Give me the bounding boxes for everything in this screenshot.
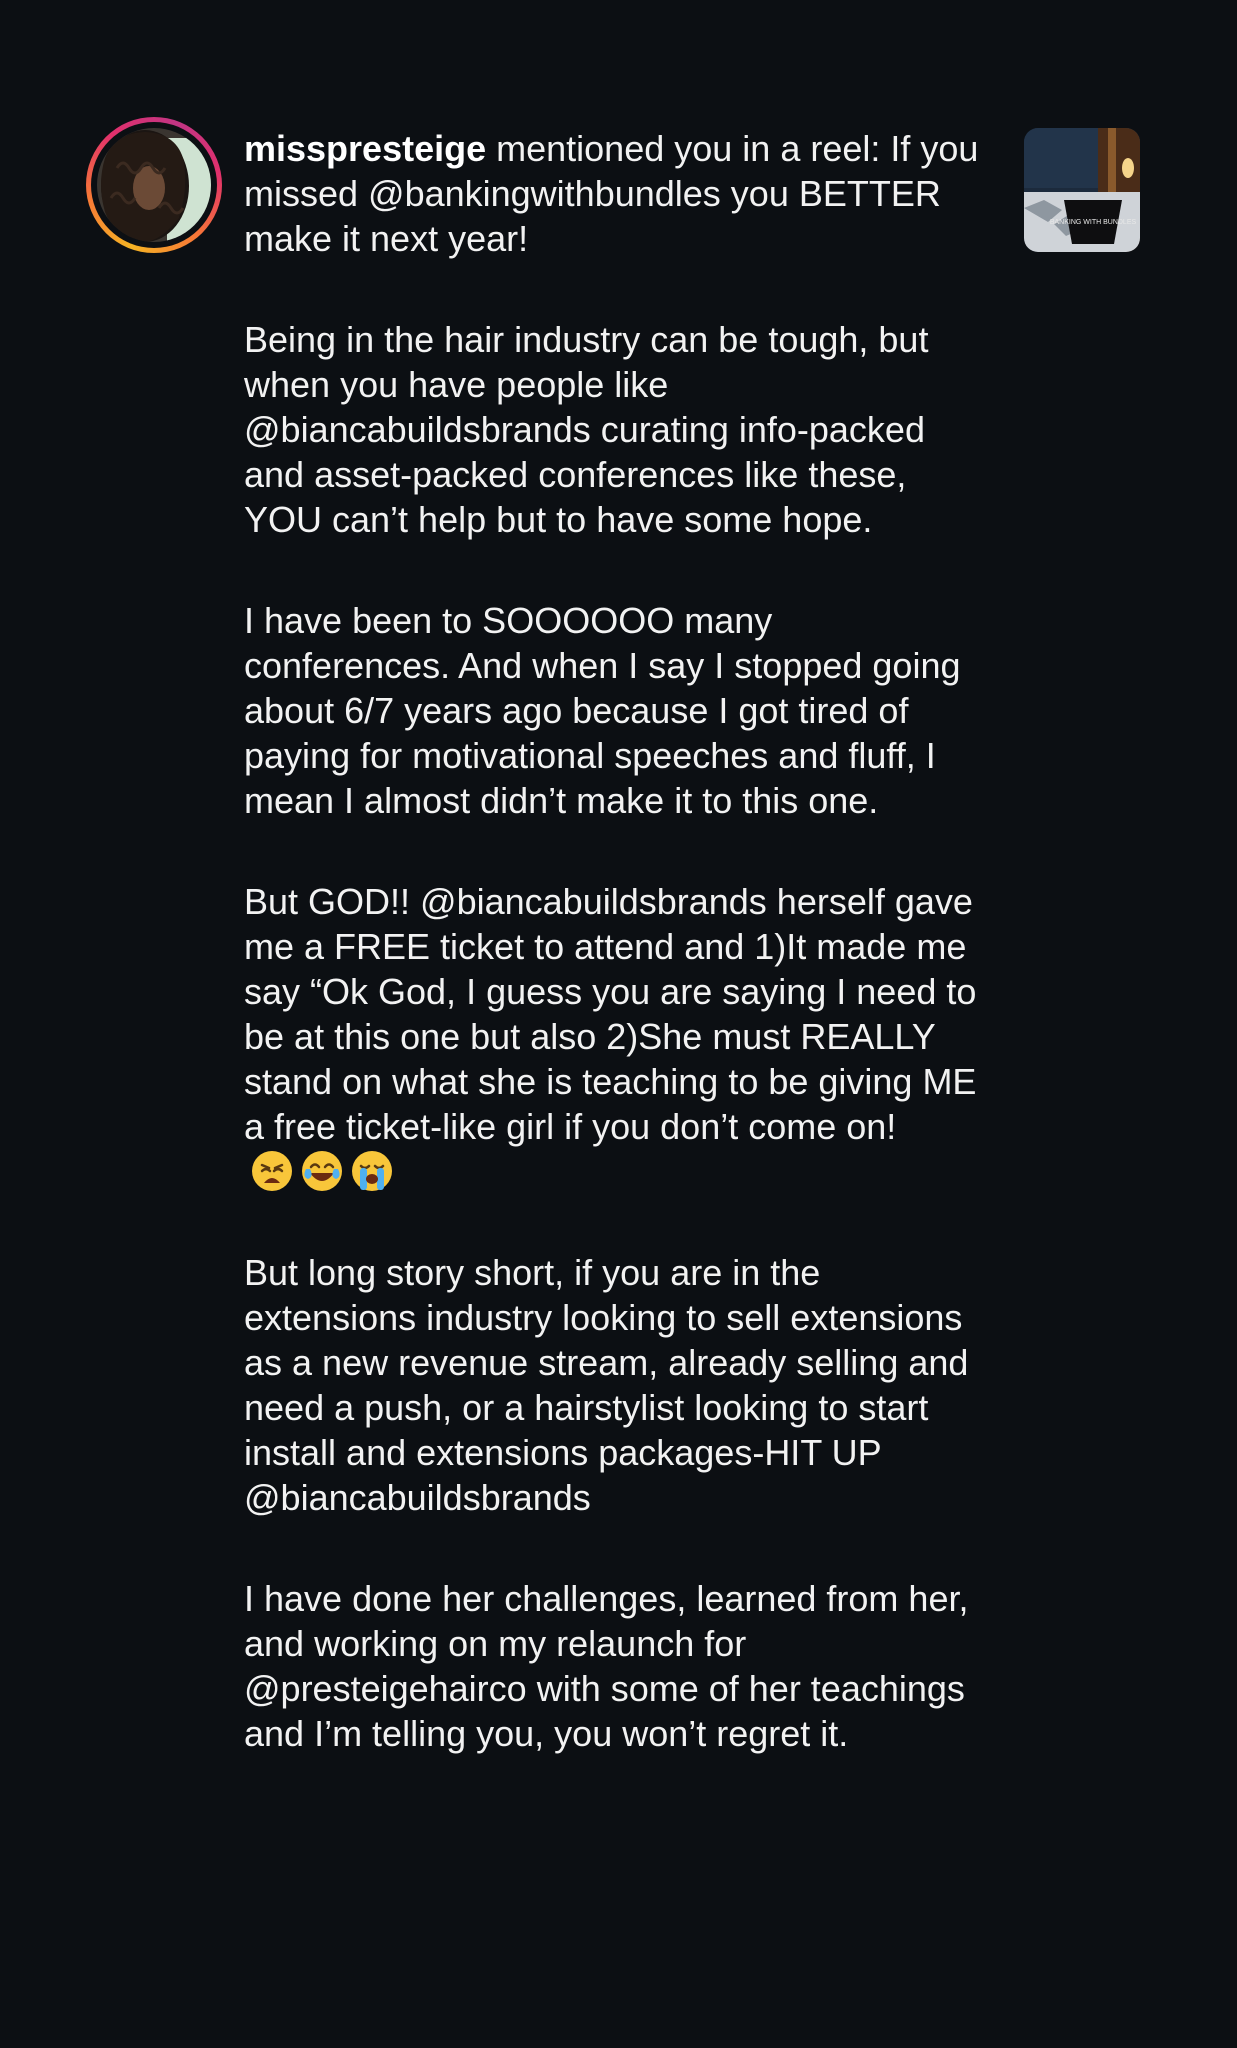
username-link[interactable]: misspresteige — [244, 128, 486, 169]
caption-paragraph-text: But GOD!! @biancabuildsbrands herself ga… — [244, 881, 977, 1147]
caption-paragraph: I have been to SOOOOOO many conferences.… — [244, 600, 961, 821]
mention-notification[interactable]: misspresteige mentioned you in a reel: I… — [0, 0, 1237, 2048]
loudly-crying-face-emoji — [352, 1151, 392, 1191]
caption-paragraph: Being in the hair industry can be tough,… — [244, 319, 929, 540]
weary-face-emoji — [252, 1151, 292, 1191]
story-ring[interactable] — [86, 117, 222, 253]
reel-thumbnail[interactable]: BANKING WITH BUNDLES — [1024, 128, 1140, 252]
caption-paragraph: But long story short, if you are in the … — [244, 1252, 969, 1518]
notification-text: misspresteige mentioned you in a reel: I… — [244, 126, 984, 1812]
avatar-photo — [97, 128, 211, 242]
face-with-tears-of-joy-emoji — [302, 1151, 342, 1191]
reel-thumbnail-image: BANKING WITH BUNDLES — [1024, 128, 1140, 252]
caption-paragraph: I have done her challenges, learned from… — [244, 1578, 969, 1754]
thumbnail-brand-text: BANKING WITH BUNDLES — [1050, 219, 1137, 226]
avatar[interactable] — [97, 128, 211, 242]
notification-headline: misspresteige mentioned you in a reel: I… — [244, 126, 984, 261]
caption-paragraph-with-emoji: But GOD!! @biancabuildsbrands herself ga… — [244, 879, 984, 1194]
